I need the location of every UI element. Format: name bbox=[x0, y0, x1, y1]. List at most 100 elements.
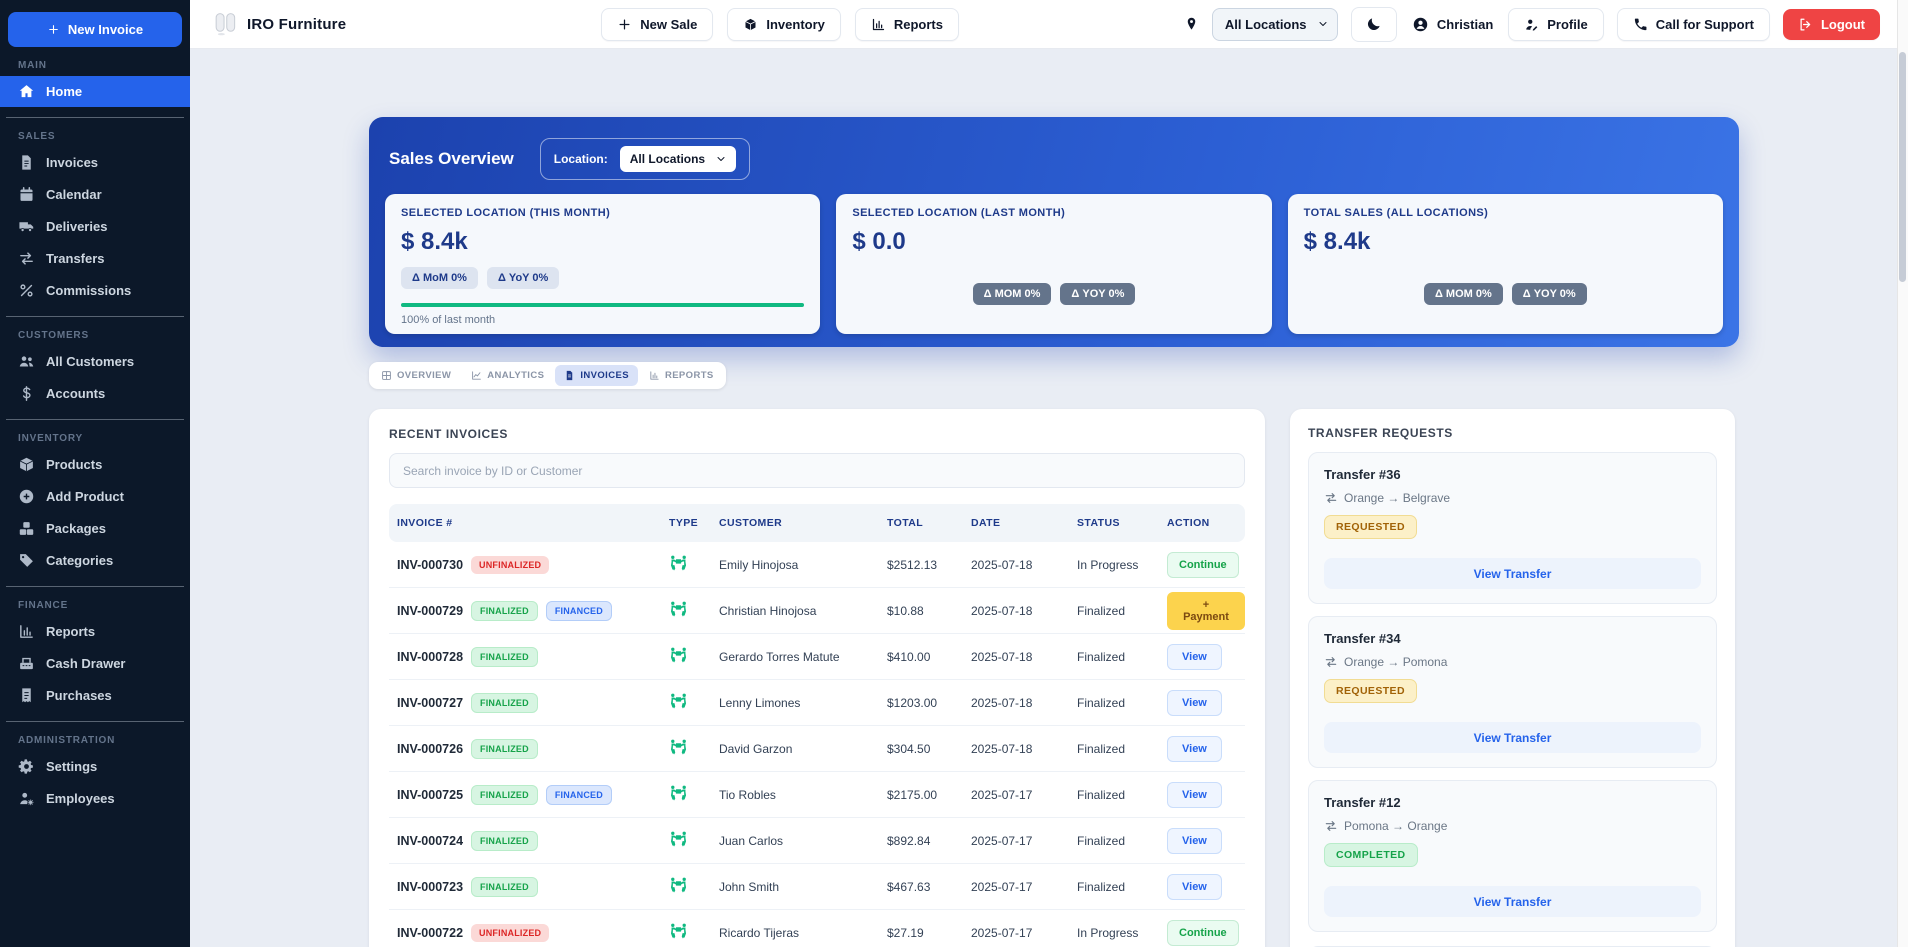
sidebar-item-purchases[interactable]: Purchases bbox=[0, 680, 190, 711]
overview-location-select[interactable]: All Locations bbox=[620, 146, 736, 172]
stat-title: SELECTED LOCATION (THIS MONTH) bbox=[401, 207, 804, 219]
receipt-icon bbox=[18, 687, 35, 704]
sidebar-item-commissions[interactable]: Commissions bbox=[0, 275, 190, 306]
view-transfer-button[interactable]: View Transfer bbox=[1324, 558, 1701, 589]
sidebar-section-label: FINANCE bbox=[18, 600, 172, 611]
invoice-id-cell: INV-000722 UNFINALIZED bbox=[397, 924, 669, 942]
invoice-date: 2025-07-18 bbox=[971, 696, 1077, 710]
new-sale-button[interactable]: New Sale bbox=[601, 8, 713, 41]
invoice-customer: John Smith bbox=[719, 880, 887, 894]
view-button[interactable]: View bbox=[1167, 782, 1222, 808]
transfer-card: Transfer #36 Orange → Belgrave REQUESTED… bbox=[1308, 452, 1717, 604]
scrollbar-thumb[interactable] bbox=[1899, 52, 1906, 282]
header-location-select[interactable]: All Locations bbox=[1212, 8, 1338, 41]
user-pen-icon bbox=[1524, 17, 1539, 32]
invoice-id-cell: INV-000724 FINALIZED bbox=[397, 831, 669, 851]
invoice-id-cell: INV-000725 FINALIZEDFINANCED bbox=[397, 785, 669, 805]
scrollbar-track[interactable] bbox=[1897, 0, 1908, 947]
invoice-type-cell bbox=[669, 922, 719, 944]
view-button[interactable]: View bbox=[1167, 828, 1222, 854]
invoice-number: INV-000722 bbox=[397, 926, 463, 940]
sidebar-item-all-customers[interactable]: All Customers bbox=[0, 346, 190, 377]
sidebar-divider bbox=[6, 316, 184, 317]
profile-button[interactable]: Profile bbox=[1508, 8, 1603, 41]
transfer-title: Transfer #36 bbox=[1324, 467, 1701, 482]
tab-reports[interactable]: REPORTS bbox=[640, 365, 723, 386]
transfer-title: Transfer #12 bbox=[1324, 795, 1701, 810]
sidebar-item-accounts[interactable]: Accounts bbox=[0, 378, 190, 409]
sidebar-item-invoices[interactable]: Invoices bbox=[0, 147, 190, 178]
sidebar-item-calendar[interactable]: Calendar bbox=[0, 179, 190, 210]
people-carry-icon bbox=[669, 830, 688, 849]
sidebar-item-home[interactable]: Home bbox=[0, 76, 190, 107]
sidebar-item-transfers[interactable]: Transfers bbox=[0, 243, 190, 274]
logout-label: Logout bbox=[1821, 17, 1865, 32]
continue-button[interactable]: Continue bbox=[1167, 920, 1239, 946]
app-title: IRO Furniture bbox=[247, 16, 346, 33]
sidebar-item-categories[interactable]: Categories bbox=[0, 545, 190, 576]
call-support-button[interactable]: Call for Support bbox=[1617, 8, 1770, 41]
gear-icon bbox=[18, 758, 35, 775]
view-button[interactable]: View bbox=[1167, 644, 1222, 670]
view-transfer-button[interactable]: View Transfer bbox=[1324, 722, 1701, 753]
sidebar-section-label: SALES bbox=[18, 131, 172, 142]
stat-card: SELECTED LOCATION (THIS MONTH) $ 8.4k Δ … bbox=[385, 194, 820, 334]
people-carry-icon bbox=[669, 692, 688, 711]
recent-invoices-title: RECENT INVOICES bbox=[389, 427, 1245, 441]
dark-mode-toggle[interactable] bbox=[1351, 7, 1397, 42]
stat-progress bbox=[401, 303, 804, 307]
sidebar-item-deliveries[interactable]: Deliveries bbox=[0, 211, 190, 242]
sidebar-item-reports[interactable]: Reports bbox=[0, 616, 190, 647]
sidebar-item-cash-drawer[interactable]: Cash Drawer bbox=[0, 648, 190, 679]
finalized-badge: FINALIZED bbox=[471, 785, 538, 805]
stat-value: $ 8.4k bbox=[1304, 228, 1707, 256]
user-chip[interactable]: Christian bbox=[1410, 16, 1495, 33]
invoice-status: Finalized bbox=[1077, 788, 1167, 802]
invoice-row: INV-000722 UNFINALIZED Ricardo Tijeras $… bbox=[389, 910, 1245, 947]
invoice-row: INV-000724 FINALIZED Juan Carlos $892.84… bbox=[389, 818, 1245, 864]
logout-button[interactable]: Logout bbox=[1783, 9, 1880, 40]
sidebar-item-products[interactable]: Products bbox=[0, 449, 190, 480]
column-header-status: STATUS bbox=[1077, 517, 1167, 529]
file-icon bbox=[564, 370, 575, 381]
invoice-customer: Gerardo Torres Matute bbox=[719, 650, 887, 664]
chart-column-icon bbox=[649, 370, 660, 381]
view-button[interactable]: View bbox=[1167, 736, 1222, 762]
sidebar-divider bbox=[6, 721, 184, 722]
chart-line-icon bbox=[471, 370, 482, 381]
sidebar-item-employees[interactable]: Employees bbox=[0, 783, 190, 814]
payment-button[interactable]: + Payment bbox=[1167, 592, 1245, 630]
tab-analytics[interactable]: ANALYTICS bbox=[462, 365, 553, 386]
view-button[interactable]: View bbox=[1167, 690, 1222, 716]
new-invoice-button[interactable]: New Invoice bbox=[8, 12, 182, 47]
transfer-status-badge: REQUESTED bbox=[1324, 679, 1417, 703]
people-carry-icon bbox=[669, 738, 688, 757]
sidebar-item-add-product[interactable]: Add Product bbox=[0, 481, 190, 512]
invoice-search-input[interactable] bbox=[389, 453, 1245, 488]
view-button[interactable]: View bbox=[1167, 874, 1222, 900]
transfer-requests-panel: TRANSFER REQUESTS Transfer #36 Orange → … bbox=[1290, 409, 1735, 947]
reports-button[interactable]: Reports bbox=[855, 8, 959, 41]
stat-badges: Δ MoM 0%Δ YoY 0% bbox=[401, 267, 804, 289]
sidebar-divider bbox=[6, 117, 184, 118]
finalized-badge: FINALIZED bbox=[471, 831, 538, 851]
tab-overview[interactable]: OVERVIEW bbox=[372, 365, 460, 386]
column-header-customer: CUSTOMER bbox=[719, 517, 887, 529]
tab-invoices[interactable]: INVOICES bbox=[555, 365, 638, 386]
invoice-date: 2025-07-18 bbox=[971, 650, 1077, 664]
sales-overview-card: Sales Overview Location: All Locations S… bbox=[369, 117, 1739, 347]
view-transfer-button[interactable]: View Transfer bbox=[1324, 886, 1701, 917]
invoice-customer: Emily Hinojosa bbox=[719, 558, 887, 572]
continue-button[interactable]: Continue bbox=[1167, 552, 1239, 578]
sidebar-item-settings[interactable]: Settings bbox=[0, 751, 190, 782]
invoice-date: 2025-07-17 bbox=[971, 834, 1077, 848]
phone-icon bbox=[1633, 17, 1648, 32]
pin-icon bbox=[1184, 15, 1199, 33]
boxes-icon bbox=[18, 520, 35, 537]
people-carry-icon bbox=[669, 600, 688, 619]
invoice-type-cell bbox=[669, 600, 719, 622]
sidebar-item-packages[interactable]: Packages bbox=[0, 513, 190, 544]
sidebar-section-label: MAIN bbox=[18, 60, 172, 71]
inventory-button[interactable]: Inventory bbox=[727, 8, 841, 41]
invoice-row: INV-000728 FINALIZED Gerardo Torres Matu… bbox=[389, 634, 1245, 680]
